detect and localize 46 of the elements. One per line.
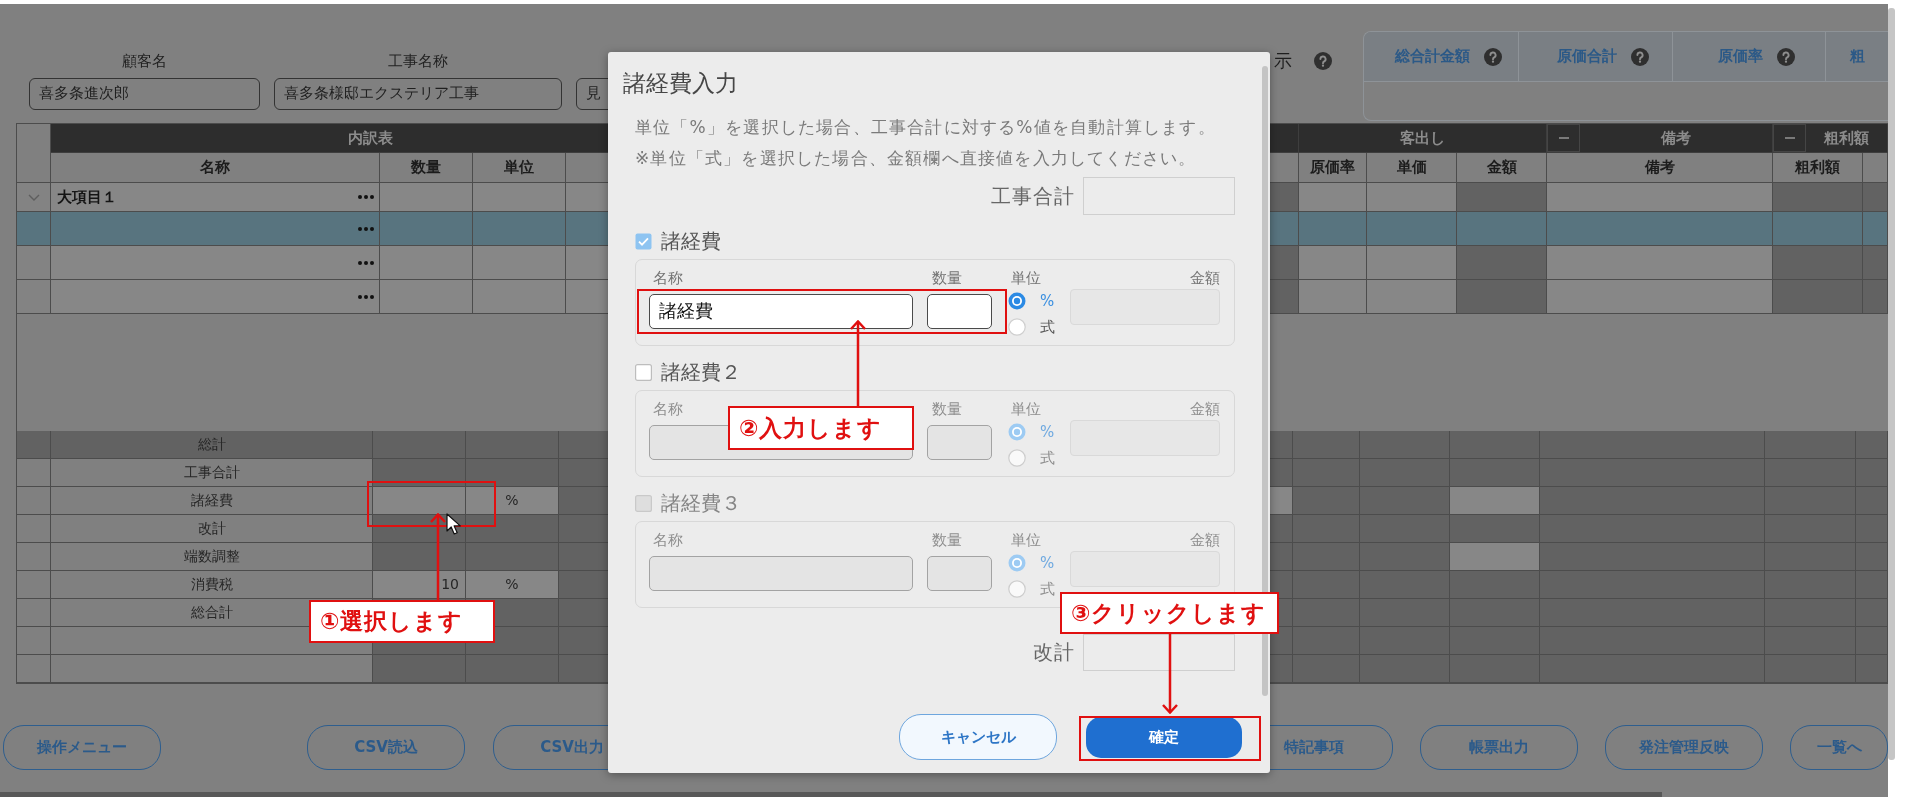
field-label: 金額	[1190, 399, 1220, 419]
field-label: 工事名称	[388, 51, 448, 71]
checkbox-label: 諸経費３	[661, 492, 741, 514]
table-cell: 諸経費	[51, 487, 373, 515]
dialog-note: ※単位「式」を選択した場合、金額欄へ直接値を入力してください。	[635, 148, 1197, 168]
summary-header-label: 総合計金額	[1394, 47, 1470, 66]
table-cell: 総計	[51, 431, 373, 459]
radio-label: 式	[1040, 579, 1055, 599]
field-label: 単位	[1010, 399, 1041, 419]
field-label: 単位	[1010, 268, 1041, 288]
radio-label: %	[1040, 423, 1055, 441]
summary-header-label: 粗	[1849, 47, 1865, 66]
field-label: 金額	[1190, 268, 1220, 288]
field-label: 顧客名	[122, 51, 167, 71]
label-text: 示	[1274, 50, 1292, 72]
radio-label: 式	[1040, 317, 1055, 337]
table-cell: 消費税	[51, 571, 373, 599]
column-group-header: 客出し	[1299, 124, 1547, 153]
field-label: 単位	[1010, 530, 1041, 550]
table-cell: 改計	[51, 515, 373, 543]
checkbox-label: 諸経費２	[661, 361, 741, 383]
field-label: 数量	[931, 530, 962, 550]
checkbox-label: 諸経費	[661, 230, 721, 252]
dialog-note: 単位「%」を選択した場合、工事合計に対する%値を自動計算します。	[635, 117, 1216, 137]
column-group-label: 粗利額	[1823, 128, 1870, 148]
table-cell: 端数調整	[51, 543, 373, 571]
radio-label: 式	[1040, 448, 1055, 468]
callout-tooltip: ②入力します	[728, 406, 914, 450]
summary-header-label: 原価合計	[1556, 47, 1617, 66]
field-label: 名称	[652, 268, 683, 288]
callout-tooltip: ①選択します	[309, 600, 495, 643]
field-label: 数量	[931, 399, 962, 419]
field-label: 名称	[652, 399, 683, 419]
field-label: 工事合計	[991, 182, 1075, 210]
field-label: 金額	[1190, 530, 1220, 550]
radio-label: %	[1040, 554, 1055, 572]
summary-header-label: 原価率	[1717, 47, 1763, 66]
callout-tooltip: ③クリックします	[1060, 592, 1279, 634]
row-title: 大項目１	[57, 187, 117, 207]
table-cell: 工事合計	[51, 459, 373, 487]
dialog-title: 諸経費入力	[623, 70, 738, 96]
field-label: 数量	[931, 268, 962, 288]
field-label: 名称	[652, 530, 683, 550]
field-label: 改計	[1033, 639, 1075, 666]
radio-label: %	[1040, 292, 1055, 310]
column-group-label: 備考	[1659, 128, 1692, 148]
